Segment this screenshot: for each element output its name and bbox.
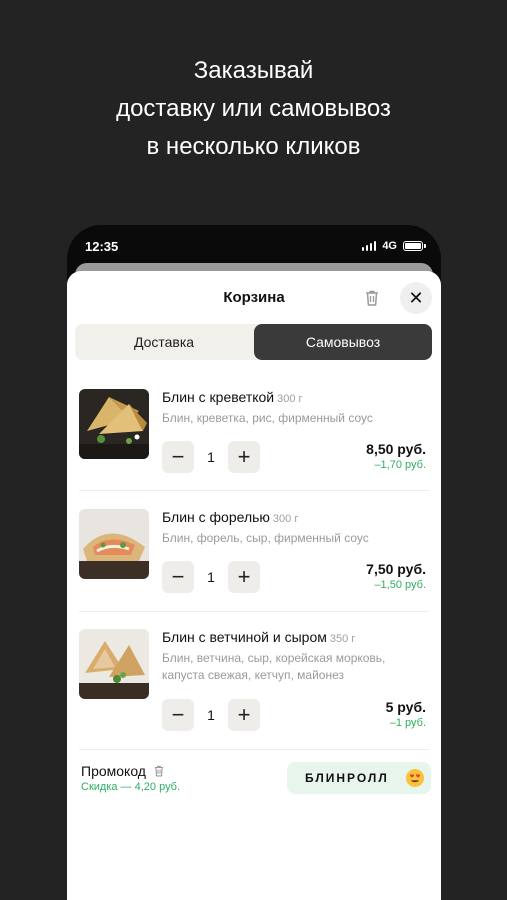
product-image-shrimp-crepe (79, 389, 149, 459)
quantity-value: 1 (207, 449, 215, 465)
heart-eyes-emoji-icon (406, 769, 424, 787)
item-name: Блин с форелью (162, 509, 270, 525)
item-discount: –1 руб. (389, 717, 426, 729)
item-price: 7,50 руб. (366, 561, 426, 577)
item-title: Блин с форелью 300 г (162, 509, 298, 525)
item-weight: 300 г (272, 513, 299, 525)
promo-section: Промокод (81, 763, 166, 779)
item-name: Блин с ветчиной и сыром (162, 629, 327, 645)
network-label: 4G (382, 240, 397, 252)
item-discount: –1,50 руб. (374, 579, 426, 591)
promo-label: Промокод (81, 763, 146, 779)
status-time: 12:35 (85, 239, 119, 254)
quantity-stepper: − 1 + (162, 699, 260, 731)
item-description: Блин, ветчина, сыр, корейская морковь, к… (162, 651, 386, 682)
quantity-stepper: − 1 + (162, 441, 260, 473)
product-image-trout-crepe (79, 509, 149, 579)
item-weight: 350 г (329, 633, 356, 645)
divider (79, 749, 429, 750)
decrease-button[interactable]: − (162, 441, 194, 473)
quantity-value: 1 (207, 569, 215, 585)
cart-sheet: Корзина ✕ Доставка Самовывоз Блин с крев… (67, 271, 441, 900)
cart-title: Корзина (223, 289, 285, 306)
divider (79, 611, 429, 612)
headline: Заказывай доставку или самовывоз в неско… (0, 52, 507, 166)
item-description: Блин, форель, сыр, фирменный соус (162, 531, 369, 545)
headline-line-1: Заказывай (193, 57, 314, 84)
item-price: 8,50 руб. (366, 441, 426, 457)
close-button[interactable]: ✕ (400, 282, 432, 314)
close-icon: ✕ (408, 287, 424, 308)
item-name: Блин с креветкой (162, 389, 275, 405)
signal-icon (361, 241, 377, 251)
item-title: Блин с креветкой 300 г (162, 389, 303, 405)
delivery-mode-switch: Доставка Самовывоз (75, 324, 432, 360)
promo-code-chip[interactable]: БЛИНРОЛЛ (287, 762, 431, 794)
remove-promo-trash-icon[interactable] (152, 764, 166, 778)
item-weight: 300 г (277, 393, 303, 405)
item-price: 5 руб. (385, 699, 426, 715)
promo-discount: Скидка — 4,20 руб. (81, 781, 181, 793)
item-description: Блин, креветка, рис, фирменный соус (162, 411, 373, 425)
increase-button[interactable]: + (228, 561, 260, 593)
headline-line-2: доставку или самовывоз (116, 95, 391, 122)
headline-line-3: в несколько кликов (146, 133, 361, 160)
status-indicators: 4G (361, 240, 426, 252)
battery-icon (403, 241, 426, 251)
promo-code: БЛИНРОЛЛ (305, 771, 389, 785)
quantity-stepper: − 1 + (162, 561, 260, 593)
quantity-value: 1 (207, 707, 215, 723)
decrease-button[interactable]: − (162, 561, 194, 593)
increase-button[interactable]: + (228, 441, 260, 473)
item-discount: –1,70 руб. (374, 459, 426, 471)
clear-cart-trash-icon[interactable] (362, 288, 382, 308)
tab-pickup[interactable]: Самовывоз (254, 324, 432, 360)
increase-button[interactable]: + (228, 699, 260, 731)
item-title: Блин с ветчиной и сыром 350 г (162, 629, 355, 645)
product-image-ham-cheese-crepe (79, 629, 149, 699)
divider (79, 490, 429, 491)
decrease-button[interactable]: − (162, 699, 194, 731)
tab-delivery[interactable]: Доставка (75, 324, 253, 360)
